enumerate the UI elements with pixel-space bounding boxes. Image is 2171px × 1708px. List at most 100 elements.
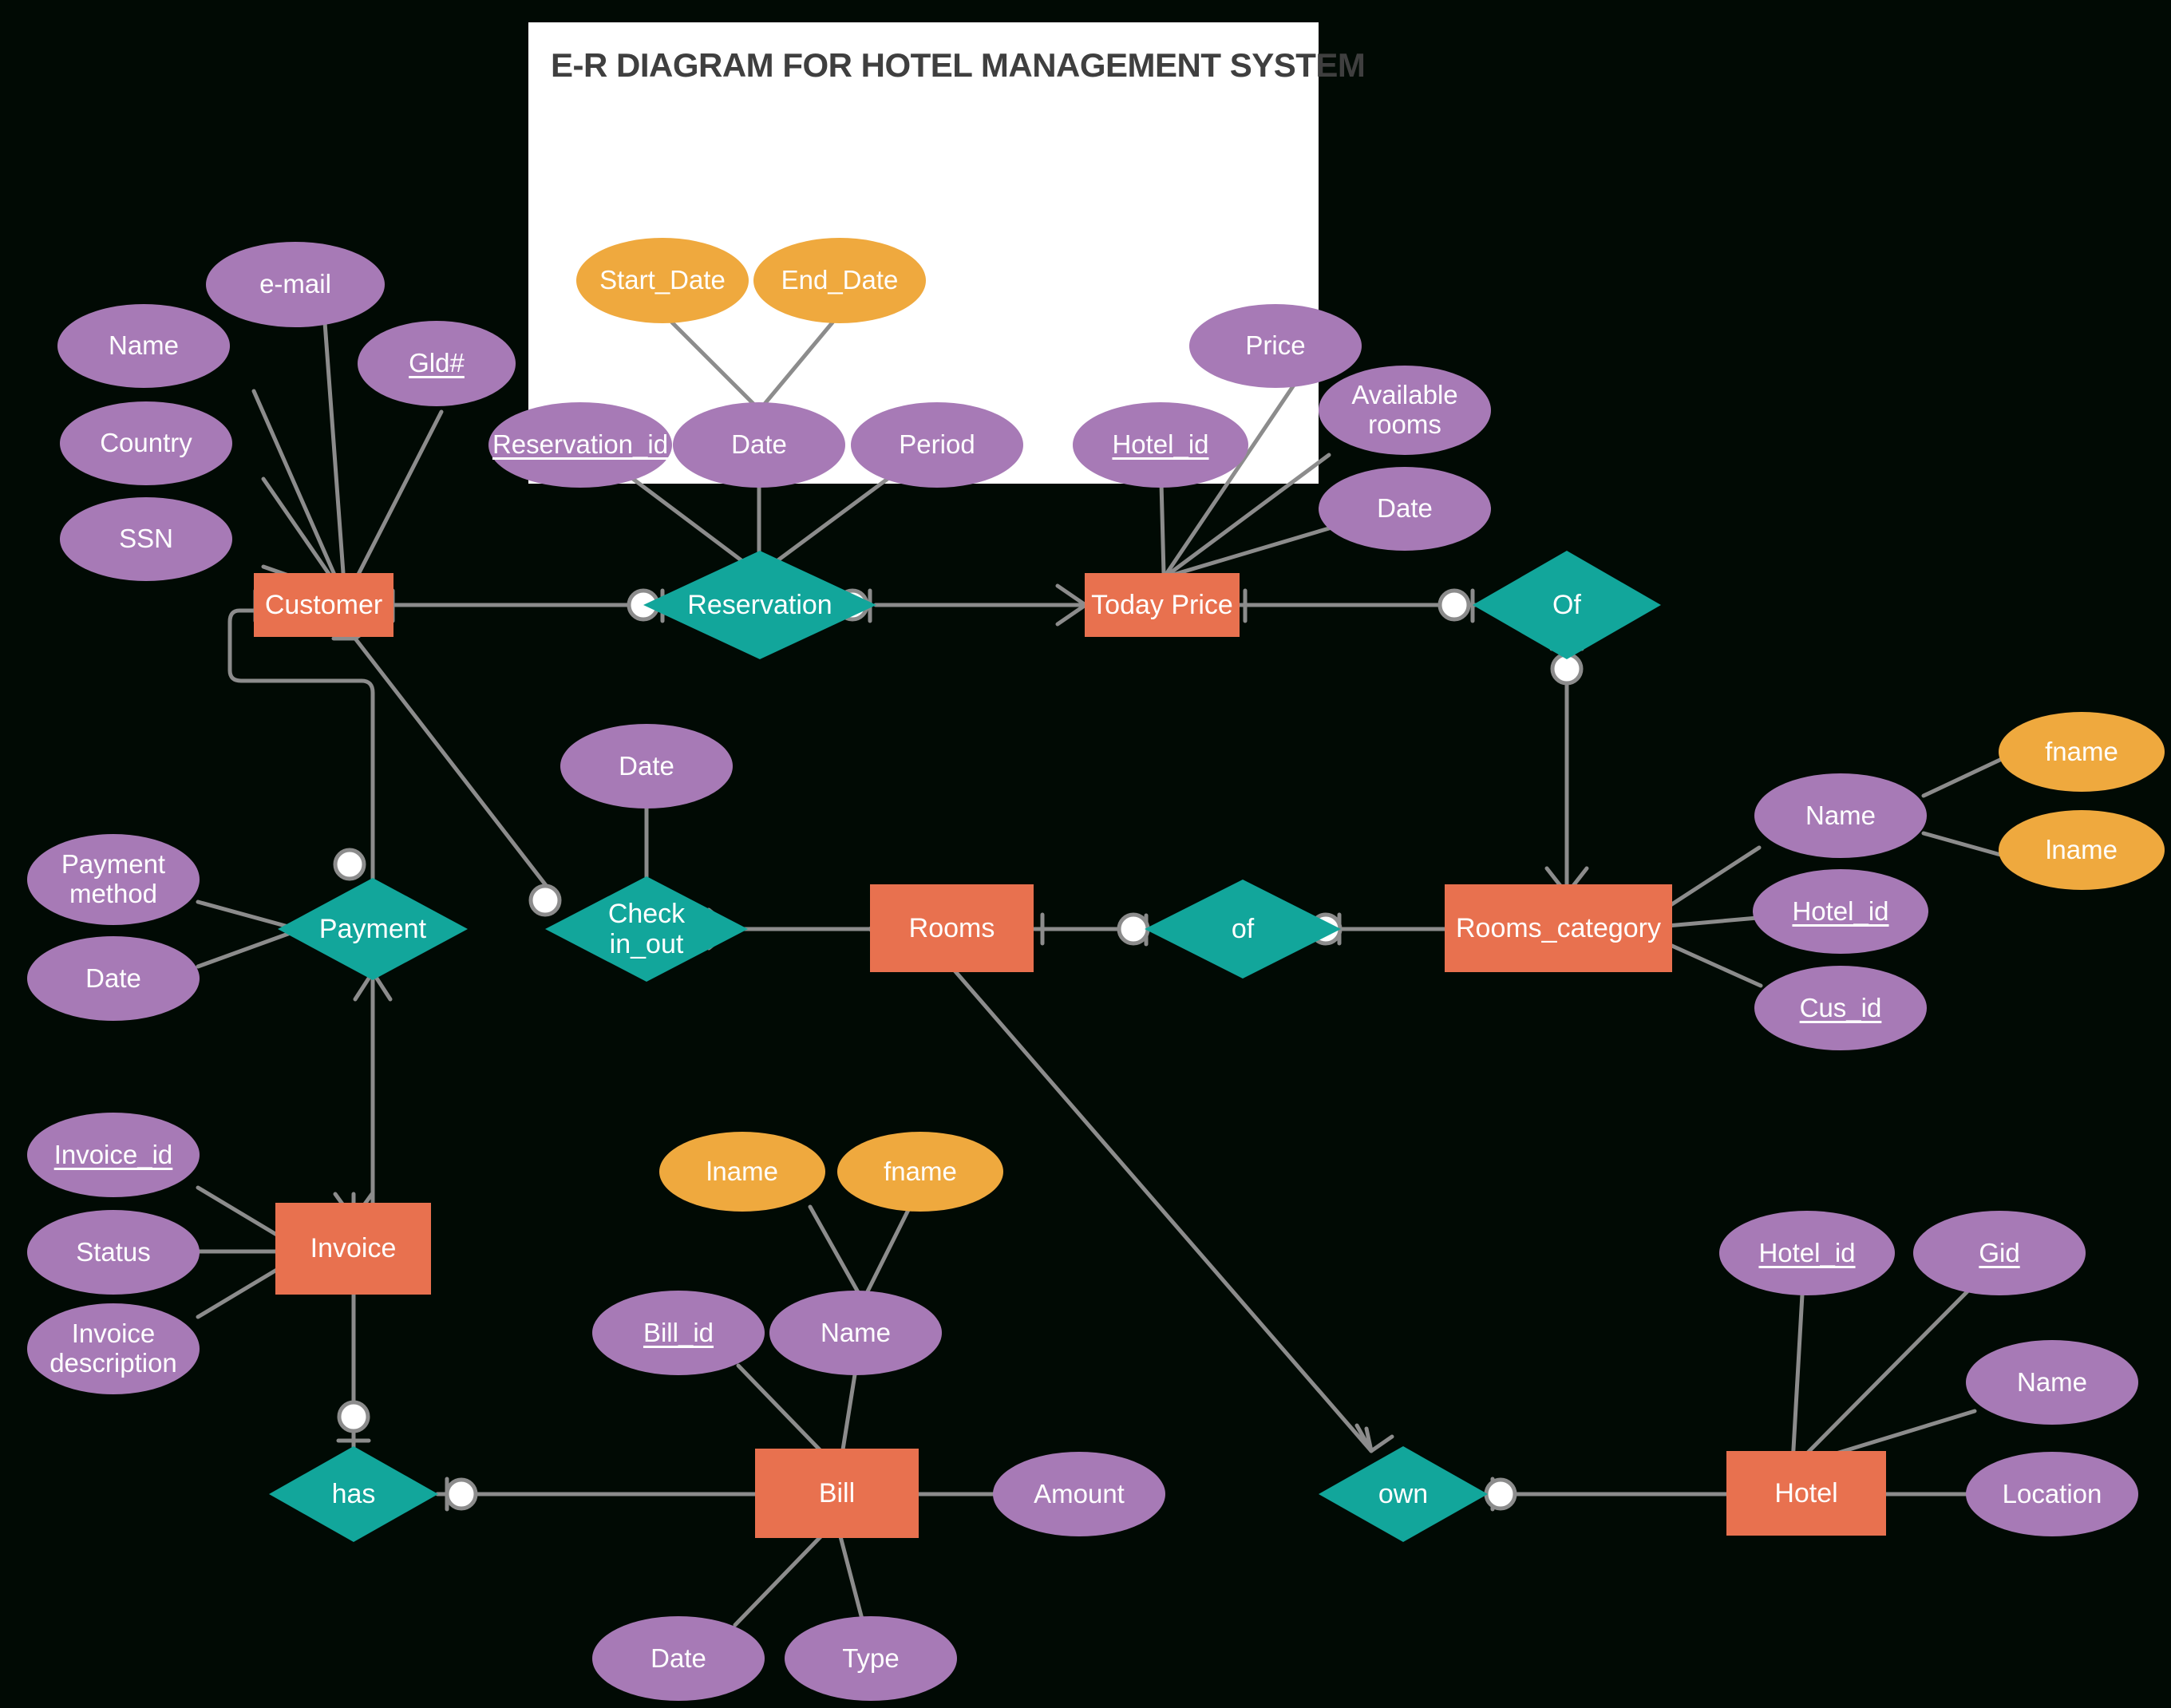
wire-startdate-date [670, 320, 761, 411]
wire-lname-billname [808, 1204, 864, 1300]
attribute-rc-lname[interactable]: lname [1999, 810, 2165, 890]
attribute-location[interactable]: Location [1966, 1452, 2138, 1536]
entity-customer[interactable]: Customer [254, 573, 393, 637]
attribute-label: Gid [1979, 1237, 2020, 1267]
attribute-bill-date[interactable]: Date [592, 1616, 765, 1701]
attribute-label: Date [619, 750, 674, 781]
wire-customer-checkinout [353, 636, 561, 904]
attribute-payment-method[interactable]: Payment method [27, 834, 200, 925]
wire-bill-date [733, 1522, 835, 1627]
entity-label: Rooms [908, 912, 995, 943]
relationship-of-mid[interactable]: of [1145, 880, 1341, 979]
wire-hotelid-todayprice [1159, 480, 1166, 575]
relationship-own[interactable]: own [1319, 1446, 1488, 1542]
entity-label: Today Price [1091, 589, 1233, 620]
entity-rooms[interactable]: Rooms [870, 884, 1034, 972]
wire-fname-billname [862, 1204, 912, 1300]
attribute-label: Reservation_id [492, 429, 669, 460]
er-diagram-canvas: E-R DIAGRAM FOR HOTEL MANAGEMENT SYSTEM [0, 0, 2171, 1708]
attribute-label: lname [706, 1156, 778, 1186]
attribute-label: Name [820, 1317, 892, 1347]
relationship-has[interactable]: has [269, 1446, 438, 1542]
attribute-label: Date [85, 963, 141, 993]
relationship-label: has [331, 1478, 376, 1509]
attribute-bill-lname[interactable]: lname [659, 1132, 825, 1212]
entity-label: Hotel [1774, 1477, 1838, 1508]
attribute-invoice-id[interactable]: Invoice_id [27, 1113, 200, 1197]
attribute-available-rooms[interactable]: Available rooms [1319, 366, 1491, 455]
attribute-rc-name[interactable]: Name [1754, 773, 1927, 858]
attribute-label: Gld# [409, 348, 465, 378]
attribute-bill-name[interactable]: Name [769, 1291, 942, 1375]
attribute-label: Payment method [61, 849, 166, 908]
attribute-label: Invoice description [49, 1319, 177, 1378]
attribute-label: fname [884, 1156, 957, 1186]
relationship-label: Payment [318, 913, 427, 944]
attribute-label: Price [1245, 330, 1306, 361]
attribute-price[interactable]: Price [1189, 304, 1362, 388]
attribute-today-price-hotel-id[interactable]: Hotel_id [1073, 402, 1248, 488]
wire-email-customer [322, 320, 347, 597]
attribute-country[interactable]: Country [60, 401, 232, 485]
relationship-label: of [1231, 913, 1255, 944]
attribute-today-price-date[interactable]: Date [1319, 467, 1491, 551]
attribute-payment-date[interactable]: Date [27, 936, 200, 1021]
attribute-start-date[interactable]: Start_Date [576, 238, 749, 323]
attribute-reservation-date[interactable]: Date [673, 402, 845, 488]
attribute-label: Amount [1034, 1478, 1125, 1508]
attribute-label: Date [651, 1643, 706, 1673]
entity-today-price[interactable]: Today Price [1085, 573, 1240, 637]
attribute-rc-hotel-id[interactable]: Hotel_id [1753, 869, 1928, 954]
entity-invoice[interactable]: Invoice [275, 1203, 431, 1295]
attribute-end-date[interactable]: End_Date [753, 238, 926, 323]
attribute-label: lname [2046, 834, 2118, 864]
cardinality-markers [253, 583, 1770, 1516]
attribute-label: SSN [119, 524, 173, 554]
attribute-gld[interactable]: Gld# [358, 321, 516, 406]
entity-rooms-category[interactable]: Rooms_category [1445, 884, 1672, 972]
attribute-gid[interactable]: Gid [1913, 1211, 2086, 1295]
attribute-invoice-description[interactable]: Invoice description [27, 1303, 200, 1394]
relationship-label: Of [1552, 589, 1581, 620]
relationship-payment[interactable]: Payment [278, 878, 468, 980]
attribute-status[interactable]: Status [27, 1210, 200, 1295]
attribute-rc-fname[interactable]: fname [1999, 712, 2165, 792]
relationship-check-in-out[interactable]: Check in_out [545, 876, 748, 982]
attribute-hotel-name[interactable]: Name [1966, 1340, 2138, 1425]
relationship-reservation[interactable]: Reservation [643, 551, 876, 659]
attribute-label: Name [108, 330, 180, 361]
entity-label: Bill [818, 1477, 856, 1508]
attribute-period[interactable]: Period [851, 402, 1023, 488]
attribute-label: Country [100, 428, 192, 458]
attribute-amount[interactable]: Amount [993, 1452, 1165, 1536]
relationship-label: Check in_out [607, 898, 686, 959]
attribute-bill-id[interactable]: Bill_id [592, 1291, 765, 1375]
attribute-bill-fname[interactable]: fname [837, 1132, 1003, 1212]
attribute-label: Hotel_id [1112, 429, 1209, 460]
attribute-label: Available rooms [1351, 380, 1458, 439]
relationship-of-top[interactable]: Of [1473, 551, 1661, 659]
wire-fname-name [1921, 756, 2006, 798]
attribute-bill-type[interactable]: Type [785, 1616, 957, 1701]
entity-hotel[interactable]: Hotel [1726, 1451, 1886, 1536]
wire-customer-payment [227, 608, 375, 888]
relationship-label: Reservation [687, 589, 832, 620]
attribute-label: fname [2045, 736, 2118, 766]
attribute-email[interactable]: e-mail [206, 242, 385, 327]
attribute-checkinout-date[interactable]: Date [560, 724, 733, 809]
attribute-label: Hotel_id [1792, 896, 1889, 926]
attribute-reservation-id[interactable]: Reservation_id [488, 402, 672, 488]
relationship-label: own [1378, 1478, 1429, 1509]
attribute-ssn[interactable]: SSN [60, 497, 232, 581]
attribute-label: Date [1377, 493, 1433, 524]
attribute-hotel-id[interactable]: Hotel_id [1719, 1211, 1895, 1295]
wire-gld-customer [346, 409, 444, 597]
attribute-customer-name[interactable]: Name [57, 304, 230, 388]
wire-bill-type [835, 1522, 866, 1627]
entity-label: Invoice [310, 1233, 397, 1264]
attribute-rc-cus-id[interactable]: Cus_id [1754, 966, 1927, 1050]
wire-rooms-own [947, 962, 1374, 1453]
attribute-label: Location [2002, 1478, 2102, 1508]
attribute-label: Bill_id [643, 1317, 714, 1347]
entity-bill[interactable]: Bill [755, 1449, 919, 1538]
